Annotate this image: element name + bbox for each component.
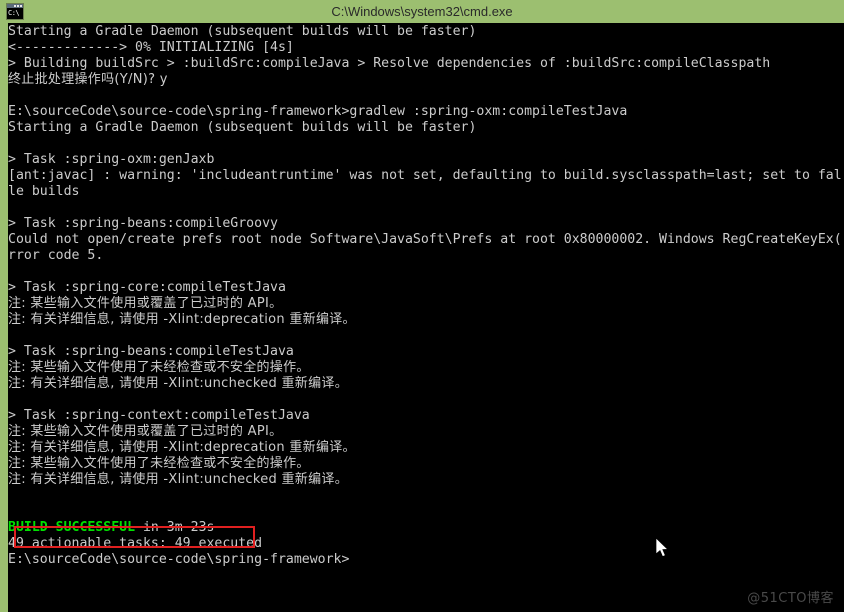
window-title: C:\Windows\system32\cmd.exe xyxy=(331,4,513,19)
console-line: rror code 5. xyxy=(8,248,104,263)
console-line: Starting a Gradle Daemon (subsequent bui… xyxy=(8,120,477,135)
console-line: 注: 有关详细信息, 请使用 -Xlint:deprecation 重新编译。 xyxy=(8,440,356,455)
console-line: > Building buildSrc > :buildSrc:compileJ… xyxy=(8,56,771,71)
console-line: Starting a Gradle Daemon (subsequent bui… xyxy=(8,24,477,39)
console-line: BUILD SUCCESSFUL in 3m 23s xyxy=(8,520,842,536)
console-line: > Task :spring-beans:compileGroovy xyxy=(8,216,278,231)
console-line: 注: 某些输入文件使用了未经检查或不安全的操作。 xyxy=(8,456,310,471)
console-output-area[interactable]: Starting a Gradle Daemon (subsequent bui… xyxy=(8,23,844,612)
build-duration-text: in 3m 23s xyxy=(135,520,215,535)
console-line: > Task :spring-beans:compileTestJava xyxy=(8,344,294,359)
console-line: 注: 有关详细信息, 请使用 -Xlint:unchecked 重新编译。 xyxy=(8,472,349,487)
console-line: E:\sourceCode\source-code\spring-framewo… xyxy=(8,552,350,567)
console-line: 49 actionable tasks: 49 executed xyxy=(8,536,263,551)
title-bar[interactable]: C:\ C:\Windows\system32\cmd.exe xyxy=(0,0,844,23)
console-line: > Task :spring-context:compileTestJava xyxy=(8,408,310,423)
console-line: 注: 某些输入文件使用了未经检查或不安全的操作。 xyxy=(8,360,310,375)
console-line: 注: 某些输入文件使用或覆盖了已过时的 API。 xyxy=(8,296,283,311)
console-line: Could not open/create prefs root node So… xyxy=(8,232,842,247)
console-line: le builds xyxy=(8,184,80,199)
build-status-text: BUILD SUCCESSFUL xyxy=(8,520,136,535)
console-line: E:\sourceCode\source-code\spring-framewo… xyxy=(8,104,628,119)
cmd-window: C:\ C:\Windows\system32\cmd.exe Starting… xyxy=(0,0,844,612)
console-line: <-------------> 0% INITIALIZING [4s] xyxy=(8,40,294,55)
console-line: 注: 有关详细信息, 请使用 -Xlint:unchecked 重新编译。 xyxy=(8,376,349,391)
console-line: 终止批处理操作吗(Y/N)? y xyxy=(8,72,168,87)
console-line: > Task :spring-core:compileTestJava xyxy=(8,280,286,295)
console-line-list: Starting a Gradle Daemon (subsequent bui… xyxy=(8,23,842,568)
console-line: [ant:javac] : warning: 'includeantruntim… xyxy=(8,168,842,183)
console-line: > Task :spring-oxm:genJaxb xyxy=(8,152,215,167)
console-line: 注: 有关详细信息, 请使用 -Xlint:deprecation 重新编译。 xyxy=(8,312,356,327)
console-line: 注: 某些输入文件使用或覆盖了已过时的 API。 xyxy=(8,424,283,439)
watermark-text: @51CTO博客 xyxy=(747,591,834,606)
